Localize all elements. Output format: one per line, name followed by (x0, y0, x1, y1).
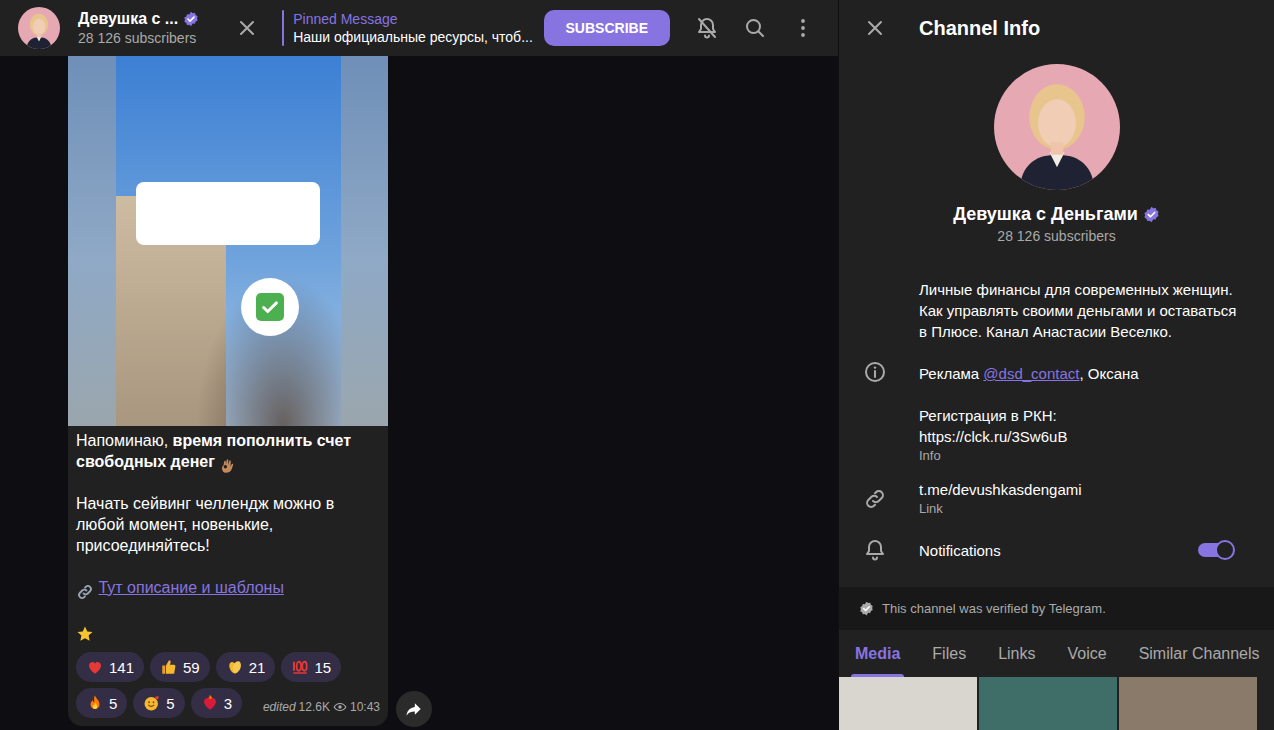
reaction-count: 5 (109, 693, 117, 714)
more-icon[interactable] (785, 10, 821, 46)
tab-label: Files (932, 642, 966, 666)
media-tab[interactable]: Files (916, 630, 982, 677)
channel-title[interactable]: Девушка с ... (78, 9, 178, 29)
heartfire-icon (201, 694, 219, 712)
pinned-text: Наши официальные ресурсы, чтоб... (293, 28, 531, 46)
channel-link[interactable]: t.me/devushkasdengami (919, 479, 1082, 500)
chat-header: Девушка с ...28 126 subscribers Pinned Me… (0, 0, 838, 56)
subscribe-button[interactable]: SUBSCRIBE (544, 10, 670, 46)
reaction-pill[interactable]: 15 (281, 652, 341, 682)
link-row[interactable]: t.me/devushkasdengamiLink (839, 479, 1274, 518)
message-meta: edited12.6K 10:43 (263, 689, 380, 718)
notifications-toggle[interactable] (1198, 543, 1232, 557)
reaction-count: 5 (166, 693, 174, 714)
reaction-count: 141 (109, 657, 134, 678)
fire-icon (86, 694, 104, 712)
media-tab[interactable]: Links (982, 630, 1051, 677)
search-icon[interactable] (737, 10, 773, 46)
reaction-count: 59 (183, 657, 200, 678)
verified-icon (1143, 206, 1160, 223)
reaction-count: 21 (249, 657, 266, 678)
link-icon (76, 580, 94, 598)
ad-contact-link[interactable]: @dsd_contact (983, 365, 1079, 382)
notifications-row[interactable]: Notifications (839, 532, 1274, 568)
description-row: Личные финансы для современных женщин. К… (839, 279, 1274, 465)
channel-avatar[interactable] (18, 7, 60, 49)
message-bubble: Напоминаю, время пополнить счет свободны… (68, 56, 388, 726)
heart-icon (86, 658, 104, 676)
bell-muted-icon[interactable] (689, 10, 725, 46)
tab-label: Similar Channels (1139, 642, 1260, 666)
verified-icon (859, 601, 874, 616)
panel-title: Channel Info (919, 13, 1040, 43)
reaction-count: 15 (314, 657, 331, 678)
subscriber-count: 28 126 subscribers (839, 226, 1274, 246)
channel-avatar[interactable] (994, 64, 1120, 190)
edited-label: edited (263, 697, 296, 718)
media-thumb[interactable] (1119, 677, 1257, 730)
rkn-label: Регистрация в РКН: (919, 407, 1057, 424)
close-icon[interactable] (229, 10, 265, 46)
tab-label: Voice (1067, 642, 1106, 666)
like-icon (160, 658, 178, 676)
reactions: 141 59 21 15 5 5 3 edited12.6K 10:43 (76, 652, 380, 718)
pinned-message[interactable]: Pinned MessageНаши официальные ресурсы, … (282, 10, 531, 46)
notifications-label: Notifications (919, 540, 1001, 561)
message-time: 10:43 (350, 697, 380, 718)
reaction-pill[interactable]: 5 (133, 688, 184, 718)
ok-hand-icon (219, 454, 237, 472)
info-caption: Info (919, 447, 1244, 465)
message-list: Напоминаю, время пополнить счет свободны… (0, 56, 838, 730)
reaction-pill[interactable]: 21 (216, 652, 276, 682)
info-icon (857, 354, 893, 390)
hundred-icon (291, 658, 309, 676)
close-icon[interactable] (857, 10, 893, 46)
media-thumb[interactable] (839, 677, 977, 730)
verified-note-text: This channel was verified by Telegram. (882, 599, 1106, 619)
star-icon (76, 622, 94, 640)
channel-info-panel: Channel Info Девушка с Деньгами28 126 sub… (838, 0, 1274, 730)
reaction-count: 3 (224, 693, 232, 714)
eye-icon (333, 700, 347, 714)
message-text: Начать сейвинг челлендж можно в любой мо… (76, 495, 334, 554)
link-icon (857, 481, 893, 517)
subscriber-count: 28 126 subscribers (78, 29, 229, 47)
reaction-pill[interactable]: 5 (76, 688, 127, 718)
rkn-url[interactable]: https://clck.ru/3Sw6uB (919, 428, 1067, 445)
chat-panel: Девушка с ...28 126 subscribers Pinned Me… (0, 0, 838, 730)
verified-note: This channel was verified by Telegram. (839, 587, 1274, 630)
pinned-label: Pinned Message (293, 10, 531, 28)
media-tab[interactable]: Similar Channels (1123, 630, 1274, 677)
reaction-pill[interactable]: 141 (76, 652, 144, 682)
link-caption: Link (919, 500, 1082, 518)
message-link[interactable]: Тут описание и шаблоны (98, 579, 283, 596)
ad-name: , Оксана (1079, 365, 1138, 382)
channel-title-block[interactable]: Девушка с ...28 126 subscribers (78, 9, 229, 47)
media-tab[interactable]: Media (839, 630, 916, 677)
view-count: 12.6K (299, 697, 330, 718)
tab-label: Links (998, 642, 1035, 666)
media-tab[interactable]: Voice (1051, 630, 1122, 677)
bell-icon (857, 532, 893, 568)
media-grid (839, 677, 1274, 730)
love-icon (143, 694, 161, 712)
share-icon[interactable] (396, 691, 432, 727)
media-thumb[interactable] (979, 677, 1117, 730)
media-tabs: Media Files Links Voice Similar Channels (839, 630, 1274, 677)
verified-icon (183, 11, 199, 27)
reaction-pill[interactable]: 3 (191, 688, 242, 718)
ad-label: Реклама (919, 365, 983, 382)
message-text: Напоминаю, (76, 432, 173, 449)
message-photo[interactable] (68, 56, 388, 426)
channel-name: Девушка с Деньгами (953, 202, 1138, 226)
description-text: Личные финансы для современных женщин. К… (919, 281, 1236, 340)
tab-label: Media (855, 642, 900, 666)
reaction-pill[interactable]: 59 (150, 652, 210, 682)
clap-icon (226, 658, 244, 676)
